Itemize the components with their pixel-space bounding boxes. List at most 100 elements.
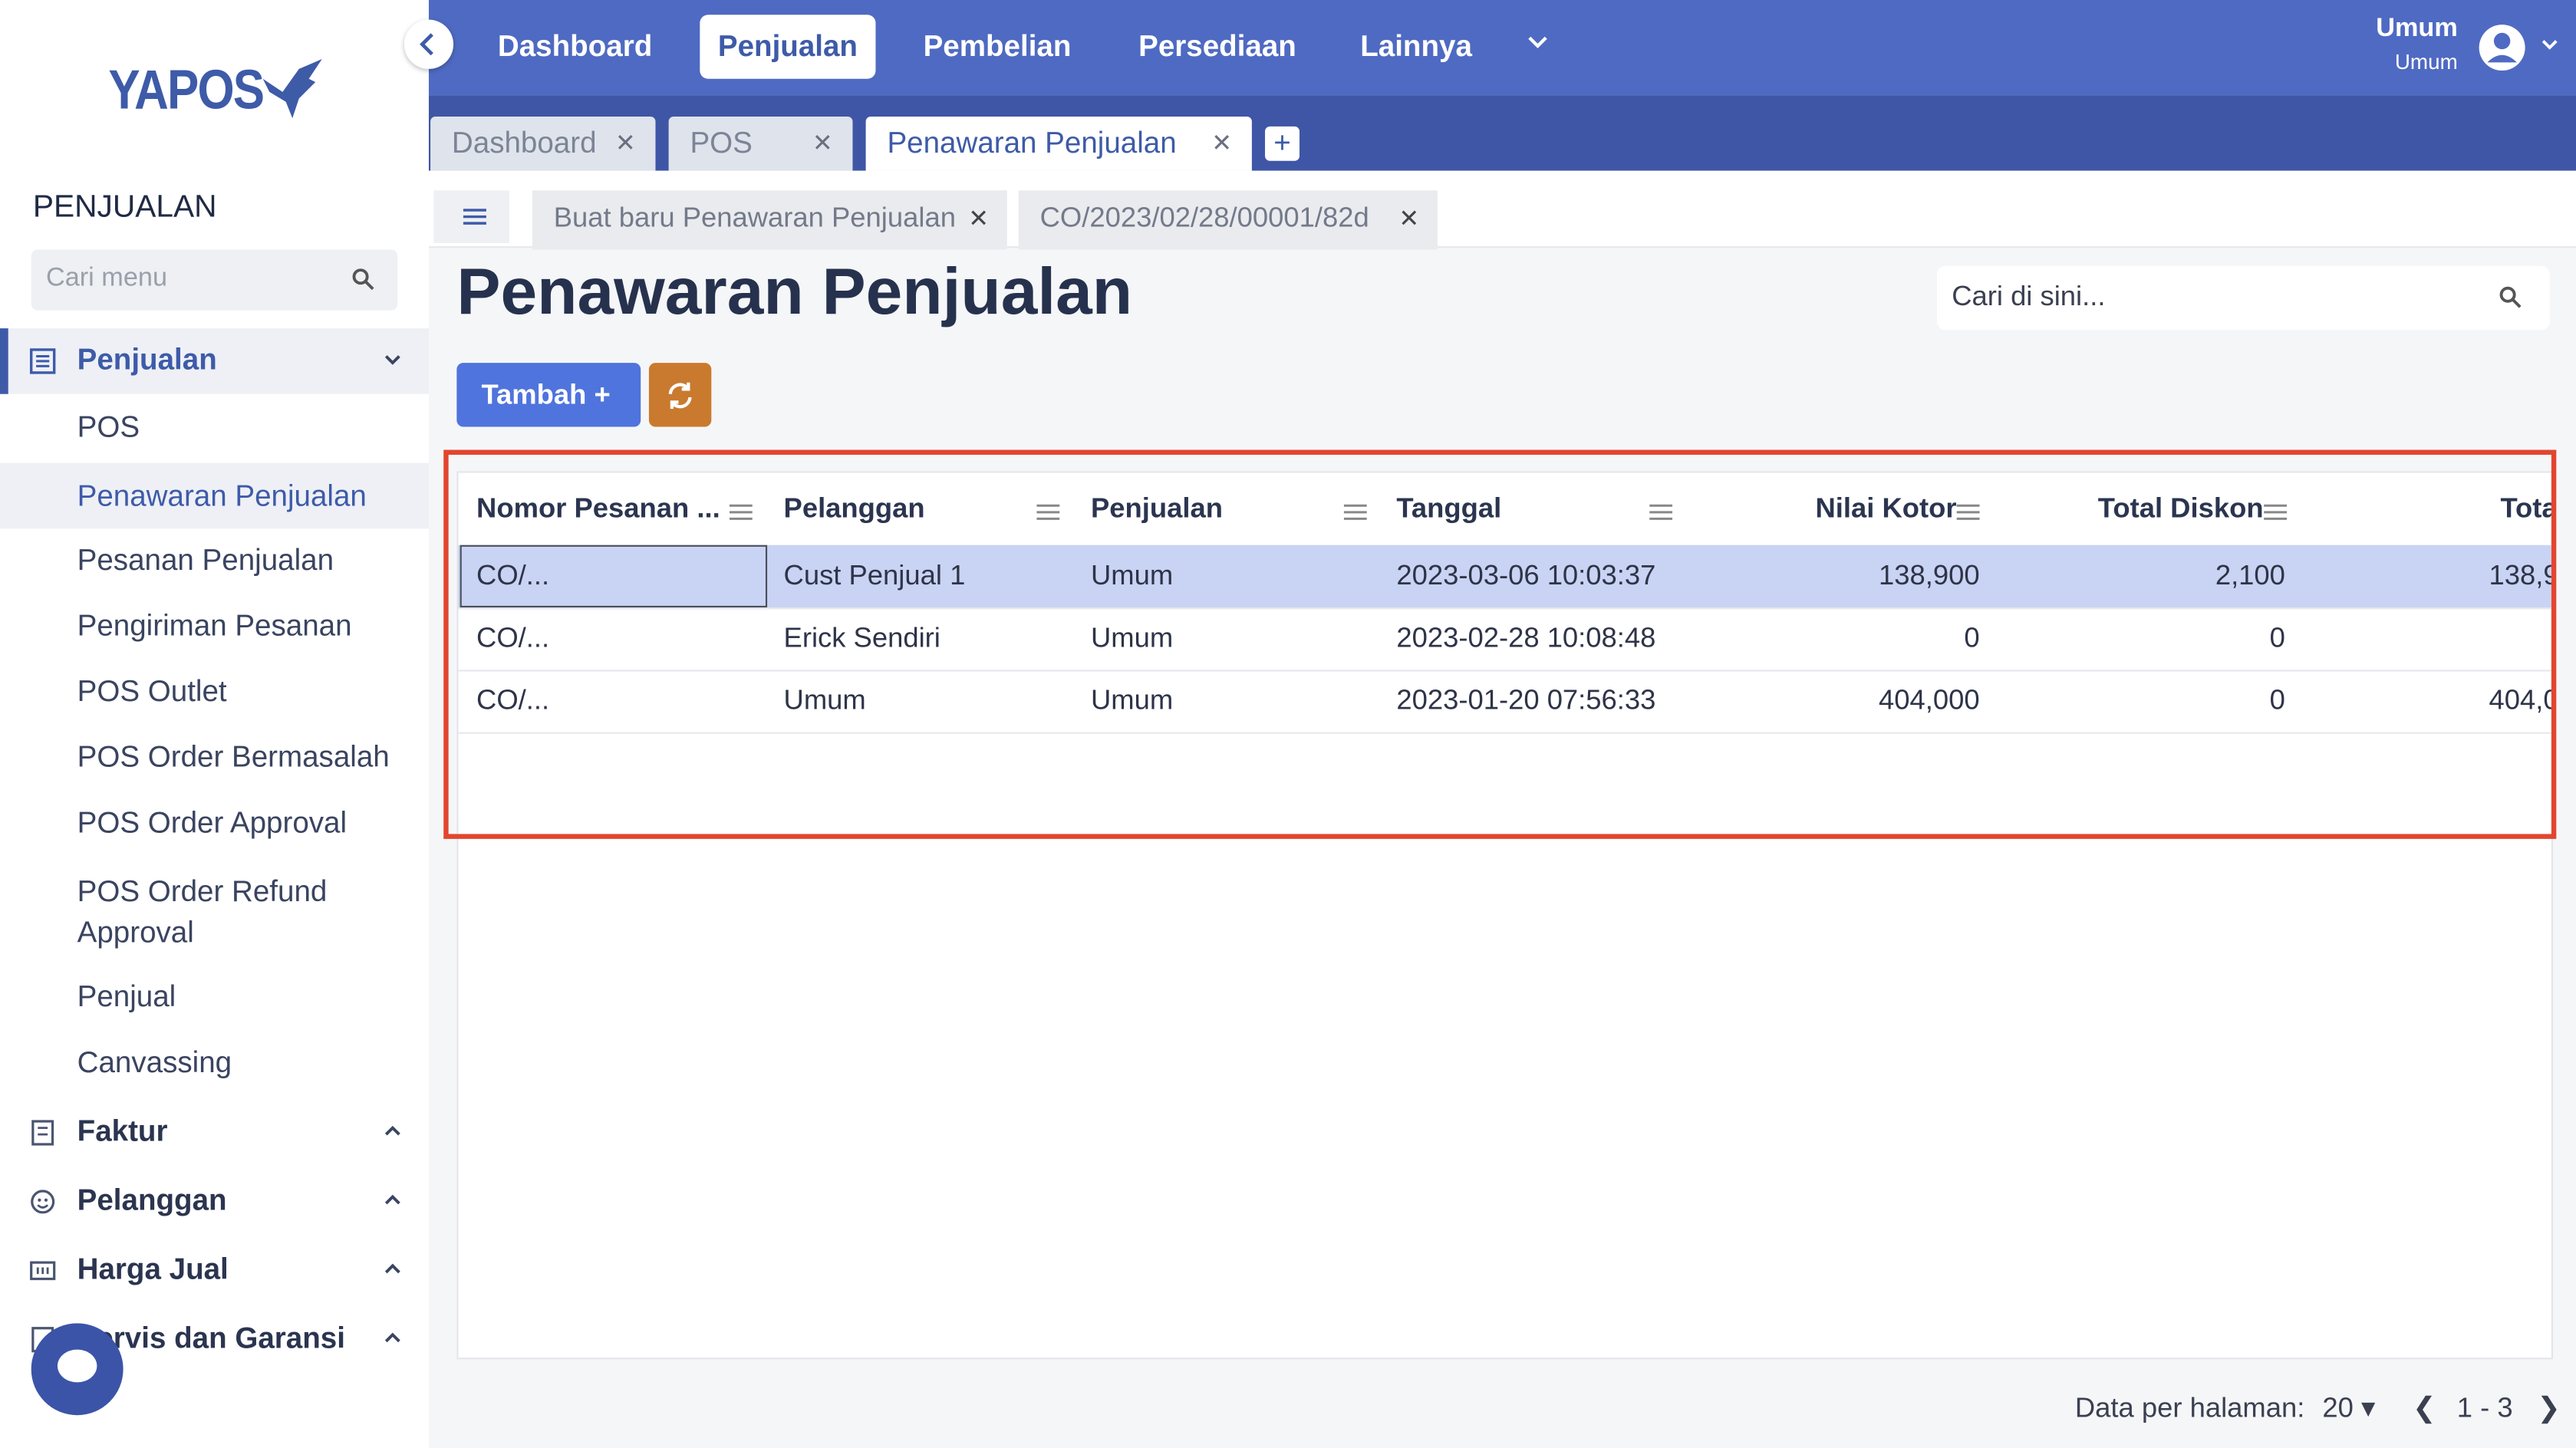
sidebar-item-pos[interactable]: POS	[0, 410, 429, 449]
column-header[interactable]: Pelanggan	[784, 492, 925, 525]
tab-label: Dashboard	[451, 126, 597, 160]
table-row[interactable]: CO/... Cust Penjual 1 Umum 2023-03-06 10…	[458, 545, 2551, 610]
per-page-select[interactable]: 20 ▾	[2322, 1392, 2375, 1423]
cell-tanggal: 2023-01-20 07:56:33	[1396, 684, 1656, 716]
column-menu-icon[interactable]	[729, 504, 753, 520]
sidebar-item-pesanan-penjualan[interactable]: Pesanan Penjualan	[0, 544, 429, 583]
column-header[interactable]: Nilai Kotor	[1815, 492, 1956, 525]
cell-pelanggan: Umum	[783, 684, 866, 716]
subtab-label: Buat baru Penawaran Penjualan	[553, 202, 956, 233]
column-header[interactable]: Penjualan	[1091, 492, 1223, 525]
column-menu-icon[interactable]	[1343, 504, 1367, 520]
tab-pos[interactable]: POS ✕	[668, 116, 853, 171]
column-menu-icon[interactable]	[2264, 504, 2288, 520]
table-row[interactable]: CO/... Umum Umum 2023-01-20 07:56:33 404…	[458, 670, 2554, 734]
nav-persediaan[interactable]: Persediaan	[1138, 15, 1296, 78]
tab-dashboard[interactable]: Dashboard ✕	[430, 116, 656, 171]
sidebar: YAPOS PENJUALAN Cari menu Penjualan POS …	[0, 0, 429, 1448]
sidebar-collapse-button[interactable]	[404, 19, 454, 69]
sidebar-item-label: Penawaran Penjualan	[77, 479, 367, 512]
subtab-buat-baru[interactable]: Buat baru Penawaran Penjualan ✕	[532, 190, 1007, 250]
sidebar-group-label: Harga Jual	[77, 1252, 229, 1286]
per-page-label: Data per halaman:	[2074, 1392, 2305, 1423]
cell-nilai-kotor: 138,900	[1878, 559, 1980, 591]
chevron-up-icon	[384, 1194, 400, 1205]
yapos-logo[interactable]: YAPOS	[108, 59, 322, 123]
sidebar-group-penjualan[interactable]: Penjualan	[0, 328, 429, 394]
sidebar-item-label: POS	[77, 410, 140, 443]
page-title: Penawaran Penjualan	[456, 255, 1133, 329]
menu-search-input[interactable]: Cari menu	[31, 249, 398, 311]
cell-nilai-kotor: 0	[1964, 622, 1980, 653]
user-info[interactable]: Umum Umum	[2376, 15, 2458, 74]
tab-penawaran-penjualan[interactable]: Penawaran Penjualan ✕	[865, 116, 1252, 171]
sidebar-item-canvassing[interactable]: Canvassing	[0, 1046, 429, 1085]
nav-dashboard[interactable]: Dashboard	[498, 15, 652, 78]
sidebar-item-penjual[interactable]: Penjual	[0, 980, 429, 1019]
next-page-button[interactable]: ❯	[2537, 1392, 2561, 1423]
column-header[interactable]: Tanggal	[1396, 492, 1501, 525]
pagination: Data per halaman: 20 ▾ ❮ 1 - 3 ❯	[2075, 1392, 2561, 1425]
column-header[interactable]: Nomor Pesanan ...	[476, 492, 720, 525]
nav-penjualan[interactable]: Penjualan	[700, 15, 876, 79]
add-button-label: Tambah +	[481, 379, 611, 411]
sidebar-group-harga-jual[interactable]: Harga Jual	[0, 1238, 429, 1304]
add-tab-button[interactable]: +	[1265, 126, 1300, 161]
menu-search-placeholder: Cari menu	[45, 264, 168, 293]
cell-total: 404,0	[2489, 684, 2554, 716]
search-placeholder: Cari di sini...	[1952, 281, 2106, 312]
sidebar-item-pos-outlet[interactable]: POS Outlet	[0, 675, 429, 714]
column-header[interactable]: Total Diskon	[2098, 492, 2264, 525]
chevron-down-icon[interactable]	[1527, 35, 1550, 51]
chevron-down-icon[interactable]	[2540, 38, 2560, 51]
table-row[interactable]: CO/... Erick Sendiri Umum 2023-02-28 10:…	[458, 607, 2551, 672]
nav-pembelian[interactable]: Pembelian	[924, 15, 1072, 78]
column-menu-icon[interactable]	[1036, 504, 1060, 520]
sidebar-item-pengiriman-pesanan[interactable]: Pengiriman Pesanan	[0, 609, 429, 648]
tab-label: Penawaran Penjualan	[887, 126, 1177, 160]
cell-nomor: CO/...	[476, 622, 550, 653]
cell-total-diskon: 2,100	[2215, 559, 2285, 591]
cell-tanggal: 2023-03-06 10:03:37	[1396, 559, 1656, 591]
nav-lainnya[interactable]: Lainnya	[1360, 15, 1472, 78]
sidebar-item-pos-order-approval[interactable]: POS Order Approval	[0, 806, 429, 845]
logo-text: YAPOS	[108, 59, 265, 122]
column-menu-icon[interactable]	[1649, 504, 1673, 520]
cell-total-diskon: 0	[2269, 622, 2285, 653]
sidebar-group-faktur[interactable]: Faktur	[0, 1100, 429, 1166]
user-name: Umum	[2376, 15, 2458, 43]
add-button[interactable]: Tambah +	[456, 363, 641, 427]
close-icon[interactable]: ✕	[1398, 203, 1419, 233]
sidebar-item-penawaran-penjualan[interactable]: Penawaran Penjualan	[0, 462, 429, 529]
sidebar-item-label: POS Order Approval	[77, 806, 348, 839]
tab-bar: Dashboard ✕ POS ✕ Penawaran Penjualan ✕ +	[428, 95, 2576, 171]
user-role: Umum	[2394, 49, 2458, 74]
search-input[interactable]: Cari di sini...	[1936, 265, 2550, 331]
subtab-label: CO/2023/02/28/00001/82d	[1039, 202, 1369, 233]
close-icon[interactable]: ✕	[1211, 128, 1232, 157]
list-menu-button[interactable]	[433, 190, 509, 243]
sidebar-item-label: Pesanan Penjualan	[77, 543, 334, 577]
close-icon[interactable]: ✕	[812, 128, 833, 157]
refresh-button[interactable]	[648, 363, 712, 427]
column-menu-icon[interactable]	[1956, 504, 1980, 520]
search-icon[interactable]	[351, 268, 374, 291]
prev-page-button[interactable]: ❮	[2413, 1392, 2436, 1423]
search-icon[interactable]	[2499, 285, 2522, 308]
chevron-up-icon	[384, 1332, 400, 1343]
sidebar-group-label: Faktur	[77, 1114, 168, 1148]
sidebar-item-pos-order-refund-approval[interactable]: POS Order Refund Approval	[0, 872, 429, 954]
sidebar-item-label: Canvassing	[77, 1045, 232, 1079]
chat-support-button[interactable]	[31, 1323, 124, 1416]
cell-penjualan: Umum	[1091, 559, 1174, 591]
close-icon[interactable]: ✕	[615, 128, 636, 157]
subtab-co-document[interactable]: CO/2023/02/28/00001/82d ✕	[1018, 190, 1438, 250]
sidebar-item-pos-order-bermasalah[interactable]: POS Order Bermasalah	[0, 740, 429, 779]
sidebar-group-pelanggan[interactable]: Pelanggan	[0, 1169, 429, 1235]
sidebar-group-label: Pelanggan	[77, 1183, 227, 1217]
close-icon[interactable]: ✕	[968, 203, 989, 233]
column-header[interactable]: Tota	[2500, 492, 2551, 525]
chevron-up-icon	[384, 1125, 400, 1136]
avatar-icon[interactable]	[2478, 23, 2527, 72]
customer-icon	[31, 1190, 55, 1214]
